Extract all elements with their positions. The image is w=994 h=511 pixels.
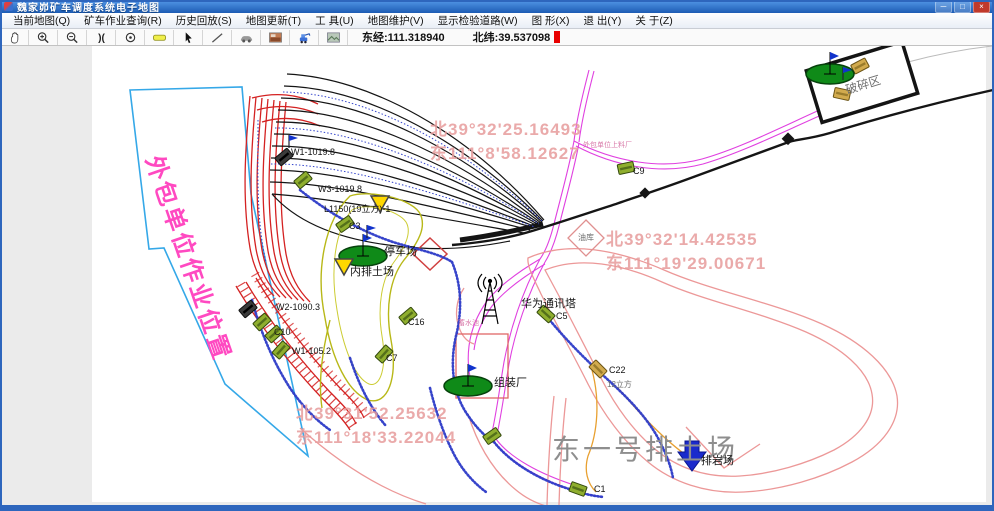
zoom-in-button[interactable] [29, 30, 58, 45]
vehicle-button[interactable] [232, 30, 261, 45]
measure-button[interactable] [145, 30, 174, 45]
menu-bar: 当前地图(Q)矿车作业查询(R)历史回放(S)地图更新(T)工 具(U)地图维护… [0, 13, 994, 29]
minimize-button[interactable]: ─ [935, 1, 952, 13]
map-image-button[interactable] [319, 30, 348, 45]
line-tool-button[interactable] [203, 30, 232, 45]
menu-item-4[interactable]: 地图更新(T) [239, 13, 308, 28]
line-tool-icon [210, 31, 225, 44]
map-image-icon [326, 31, 341, 44]
excavator-icon [297, 31, 312, 44]
truck-photo-icon [268, 31, 283, 44]
select-cursor-icon [181, 31, 196, 44]
measure-icon [152, 31, 167, 44]
menu-item-2[interactable]: 矿车作业查询(R) [77, 13, 169, 28]
pan-hand-button[interactable] [0, 30, 29, 45]
menu-item-3[interactable]: 历史回放(S) [169, 13, 239, 28]
center-point-button[interactable] [116, 30, 145, 45]
select-cursor-button[interactable] [174, 30, 203, 45]
menu-item-7[interactable]: 显示检验道路(W) [431, 13, 525, 28]
window-title: 魏家峁矿车调度系统电子地图 [17, 0, 160, 14]
menu-item-5[interactable]: 工 具(U) [308, 13, 361, 28]
toolbar-buttons: )( [0, 30, 348, 45]
maximize-button[interactable]: □ [954, 1, 971, 13]
app-icon [4, 2, 13, 11]
excavator-button[interactable] [290, 30, 319, 45]
zoom-in-icon [36, 31, 51, 44]
close-button[interactable]: × [973, 1, 990, 13]
svg-text:)(: )( [98, 32, 105, 43]
zoom-out-button[interactable] [58, 30, 87, 45]
title-bar: 魏家峁矿车调度系统电子地图 ─ □ × [0, 0, 994, 13]
north-coordinate: 北纬:39.537098 [473, 29, 551, 45]
toolbar: )( 东经:111.318940 北纬:39.537098 [0, 29, 994, 46]
center-point-icon [123, 31, 138, 44]
truck-photo-button[interactable] [261, 30, 290, 45]
east-coordinate: 东经:111.318940 [362, 29, 445, 45]
menu-item-10[interactable]: 关 于(Z) [628, 13, 679, 28]
menu-item-1[interactable]: 当前地图(Q) [6, 13, 77, 28]
menu-item-8[interactable]: 图 形(X) [525, 13, 577, 28]
fit-extents-button[interactable]: )( [87, 30, 116, 45]
vehicle-icon [239, 31, 254, 44]
fit-extents-icon: )( [94, 31, 109, 44]
pan-hand-icon [7, 31, 22, 44]
menu-item-6[interactable]: 地图维护(V) [361, 13, 431, 28]
menu-item-9[interactable]: 退 出(Y) [577, 13, 629, 28]
zoom-out-icon [65, 31, 80, 44]
text-cursor [554, 31, 560, 43]
coordinate-readout: 东经:111.318940 北纬:39.537098 [362, 29, 560, 45]
map-canvas[interactable] [92, 46, 986, 502]
